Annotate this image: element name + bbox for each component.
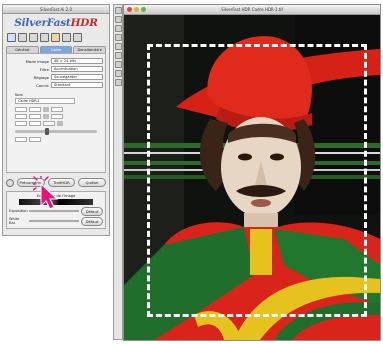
exposure-slider[interactable] — [29, 210, 79, 212]
lock-icon[interactable] — [43, 107, 49, 112]
tool-icon-bar — [3, 32, 109, 44]
window-controls — [127, 7, 146, 12]
grid-icon[interactable] — [114, 61, 122, 68]
scale-slider[interactable] — [15, 128, 97, 135]
sharpen-icon[interactable] — [73, 33, 82, 42]
size-fields-row-1 — [15, 106, 103, 113]
image-mode-select[interactable]: 48 > 24 bits — [51, 58, 103, 64]
histogram-icon[interactable] — [18, 33, 27, 42]
setting-select[interactable]: Sauvegarder — [51, 74, 103, 80]
file-size-input[interactable] — [43, 121, 55, 126]
size-out-input[interactable] — [51, 114, 63, 119]
close-icon[interactable] — [127, 7, 132, 12]
preview-tool-strip — [113, 4, 123, 340]
filter-select[interactable]: Accentuation — [51, 66, 103, 72]
minimize-icon[interactable] — [134, 7, 139, 12]
colour-correction-icon[interactable] — [40, 33, 49, 42]
settings-icon[interactable] — [62, 33, 71, 42]
exposure-default-button[interactable]: Défaut — [81, 206, 103, 216]
size-fields-row-2 — [15, 113, 103, 120]
panel-titlebar: SilverFast Ai 2.0 — [3, 5, 109, 14]
height-input[interactable] — [29, 107, 41, 112]
white-balance-label: White Bal. — [9, 217, 20, 225]
cursor-icon — [33, 176, 59, 210]
width-input[interactable] — [15, 107, 27, 112]
preview-title: SilverFast HDR Cadre HDR-1.tif — [221, 6, 283, 12]
white-balance-slider[interactable] — [29, 220, 79, 222]
help-icon[interactable] — [6, 178, 14, 187]
white-balance-default-button[interactable]: Défaut — [81, 216, 103, 226]
toggle-icon[interactable] — [57, 121, 63, 126]
silverfast-logo: SilverFastHDR — [3, 14, 109, 32]
tab-general[interactable]: Général — [6, 46, 39, 53]
selective-colour-icon[interactable] — [51, 33, 60, 42]
field-cannic: Cannic Standard — [9, 81, 103, 89]
ruler-icon[interactable] — [114, 70, 122, 77]
output-width-input[interactable] — [15, 137, 27, 142]
resolution-input[interactable] — [29, 121, 41, 126]
preview-titlebar: SilverFast HDR Cadre HDR-1.tif — [124, 5, 380, 15]
scan-icon[interactable] — [7, 33, 16, 42]
name-input[interactable]: Cadre HDR-1 — [15, 98, 75, 104]
field-label: Réglage — [33, 74, 49, 80]
quit-button[interactable]: Quitter — [78, 178, 107, 187]
tab-frame[interactable]: Cadre — [39, 46, 73, 53]
width-out-input[interactable] — [15, 114, 27, 119]
mirror-icon[interactable] — [114, 34, 122, 41]
height-out-input[interactable] — [29, 114, 41, 119]
tab-densitometer[interactable]: Densitomètre — [73, 46, 107, 53]
field-label: Cannic — [36, 82, 49, 88]
hand-icon[interactable] — [114, 16, 122, 23]
cannic-select[interactable]: Standard — [51, 82, 103, 88]
logo-accent-text: HDR — [70, 17, 98, 29]
field-label: Mode image — [25, 58, 49, 64]
zoom-icon[interactable] — [114, 7, 122, 14]
frame-settings-form: Mode image 48 > 24 bits Filtre Accentuat… — [6, 53, 106, 173]
output-height-input[interactable] — [29, 137, 41, 142]
scale-input[interactable] — [51, 107, 63, 112]
zoom-window-icon[interactable] — [141, 7, 146, 12]
gradation-icon[interactable] — [29, 33, 38, 42]
field-filter: Filtre Accentuation — [9, 65, 103, 73]
info-icon[interactable] — [114, 43, 122, 50]
scan-frame-selection[interactable] — [147, 44, 367, 317]
filter-input[interactable] — [15, 121, 27, 126]
panel-tabs: Général Cadre Densitomètre — [3, 44, 109, 53]
link-icon[interactable] — [43, 114, 49, 119]
logo-main-text: SilverFast — [14, 17, 71, 29]
trash-icon[interactable] — [114, 79, 122, 86]
field-label: Filtre — [39, 66, 49, 72]
size-fields-row-3 — [15, 136, 103, 143]
field-image-mode: Mode image 48 > 24 bits — [9, 57, 103, 65]
exposure-label: Exposition — [9, 209, 28, 213]
rotate-icon[interactable] — [114, 25, 122, 32]
name-label: Nom — [15, 93, 23, 97]
white-balance-row: White Bal. Défaut — [9, 216, 103, 226]
resolution-fields-row — [15, 120, 103, 127]
field-setting: Réglage Sauvegarder — [9, 73, 103, 81]
frame-icon[interactable] — [114, 52, 122, 59]
